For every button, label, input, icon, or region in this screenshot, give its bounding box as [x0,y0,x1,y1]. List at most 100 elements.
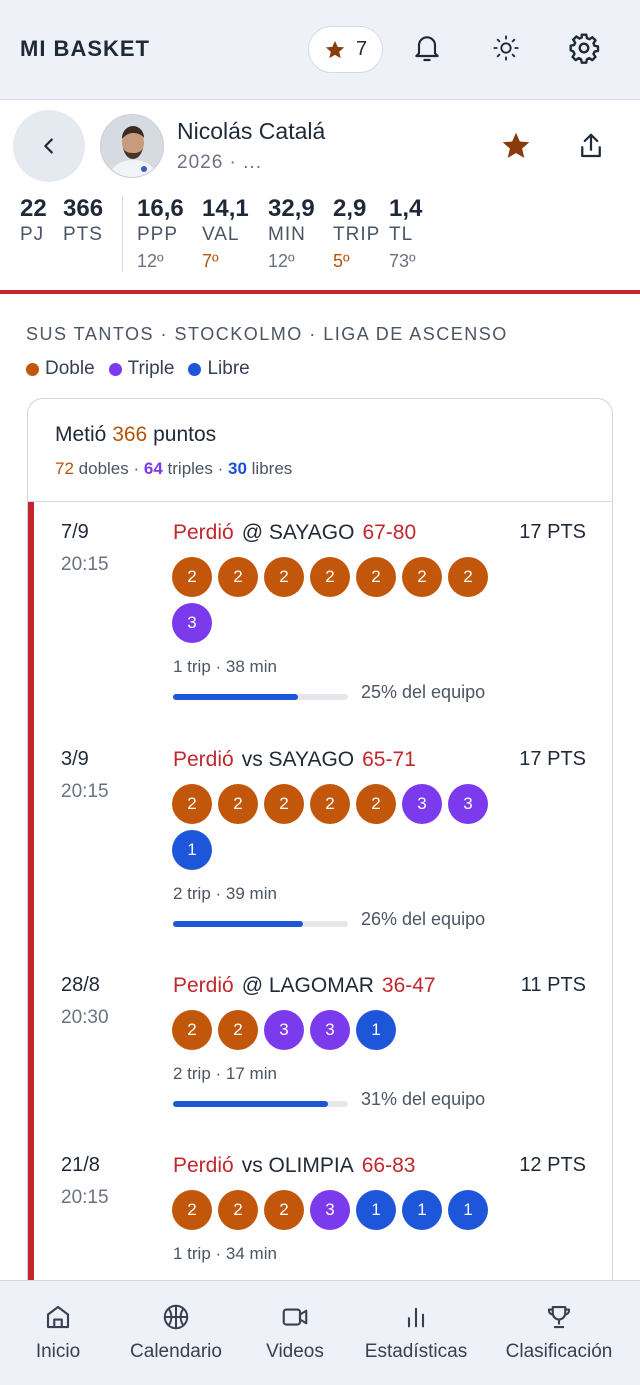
bell-icon [415,36,439,62]
legend-triple: Triple [108,358,174,380]
game-time: 20:15 [61,554,109,575]
shot-doble: 2 [310,557,350,597]
shot-doble: 2 [218,1190,258,1230]
team-share-label: 31% del equipo [361,1089,486,1109]
game-time: 20:15 [61,781,109,802]
game-date: 21/8 [61,1154,100,1176]
points-breakdown: 72 dobles · 64 triples · 30 libres [55,459,293,478]
stat-trip: 2,9 TRIP 5º [333,196,380,274]
stat-pj: 22 PJ [20,195,47,246]
stat-pts: 366 PTS [63,195,104,246]
top-app-bar: MI BASKET 7 [0,0,640,100]
team-share-label: 25% del equipo [361,682,486,702]
accent-divider [0,290,640,294]
game-points: 17 PTS [519,748,586,770]
shot-libre: 1 [356,1190,396,1230]
nav-videos[interactable]: Videos [259,1281,331,1385]
shot-list: 22222223 [172,557,502,643]
shot-triple: 3 [310,1010,350,1050]
favorites-button[interactable]: 7 [308,26,383,73]
shot-doble: 2 [172,1010,212,1050]
video-icon [282,1308,308,1326]
team-share-bar [173,694,348,700]
game-meta: 2 trip · 17 min [173,1064,277,1083]
nav-calendario[interactable]: Calendario [124,1281,228,1385]
shot-libre: 1 [448,1190,488,1230]
game-result: Perdió vs SAYAGO 65-71 [173,748,416,771]
shot-triple: 3 [172,603,212,643]
game-result: Perdió vs OLIMPIA 66-83 [173,1154,416,1177]
legend-doble: Doble [26,358,95,380]
legend-libre: Libre [188,358,250,380]
shot-libre: 1 [402,1190,442,1230]
shot-doble: 2 [172,784,212,824]
points-total: Metió 366 puntos [55,423,217,446]
nav-clasificacion[interactable]: Clasificación [502,1281,616,1385]
shot-libre: 1 [356,1010,396,1050]
game-meta: 1 trip · 34 min [173,1244,277,1263]
stat-ppp: 16,6 PPP 12º [137,196,184,274]
favorites-count: 7 [355,38,368,60]
stat-min: 32,9 MIN 12º [268,196,315,274]
shot-doble: 2 [264,557,304,597]
theme-toggle-button[interactable] [486,28,526,68]
shot-list: 22222331 [172,784,502,870]
game-date: 28/8 [61,974,100,996]
shot-doble: 2 [402,557,442,597]
nav-estadisticas[interactable]: Estadísticas [362,1281,470,1385]
game-points: 11 PTS [520,974,586,996]
notifications-button[interactable] [407,28,447,68]
stat-rank: 7º [202,251,219,271]
stat-rank: 12º [137,251,164,271]
game-points: 12 PTS [519,1154,586,1176]
game-result: Perdió @ LAGOMAR 36-47 [173,974,436,997]
shot-legend: Doble Triple Libre [26,358,250,380]
basketball-icon [163,1304,189,1330]
star-icon [502,132,530,158]
back-button[interactable] [13,110,85,182]
share-button[interactable] [571,126,611,166]
nav-inicio[interactable]: Inicio [22,1281,94,1385]
shot-doble: 2 [356,784,396,824]
shot-triple: 3 [310,1190,350,1230]
chevron-left-icon [44,138,53,154]
game-meta: 1 trip · 38 min [173,657,277,676]
shot-triple: 3 [402,784,442,824]
section-title: SUS TANTOS · STOCKOLMO · LIGA DE ASCENSO [26,324,508,344]
stat-val: 14,1 VAL 7º [202,196,249,274]
stat-tl: 1,4 TL 73º [389,196,422,274]
shot-doble: 2 [172,1190,212,1230]
home-icon [46,1305,70,1329]
shot-doble: 2 [264,784,304,824]
shot-list: 22331 [172,1010,502,1050]
game-result: Perdió @ SAYAGO 67-80 [173,521,417,544]
game-date: 3/9 [61,748,89,770]
stat-divider [122,196,123,272]
card-accent-bar [28,502,34,1297]
share-icon [581,133,601,158]
avatar [100,114,164,178]
settings-button[interactable] [564,28,604,68]
game-points: 17 PTS [519,521,586,543]
shot-doble: 2 [356,557,396,597]
player-subtitle: 2026 · ... [177,152,262,173]
player-name: Nicolás Catalá [177,118,326,144]
shot-doble: 2 [218,557,258,597]
shot-list: 2223111 [172,1190,502,1230]
stat-rank: 12º [268,251,295,271]
bar-chart-icon [407,1307,425,1328]
stat-rank: 5º [333,251,350,271]
favorite-player-button[interactable] [496,126,536,166]
points-card: Metió 366 puntos 72 dobles · 64 triples … [27,398,613,1298]
shot-doble: 2 [172,557,212,597]
shot-doble: 2 [448,557,488,597]
shot-doble: 2 [218,1010,258,1050]
points-summary: Metió 366 puntos 72 dobles · 64 triples … [28,399,612,502]
bottom-navigation: Inicio Calendario Videos Estadísticas Cl… [0,1280,640,1385]
game-meta: 2 trip · 39 min [173,884,277,903]
star-icon [325,40,345,58]
app-title: MI BASKET [20,36,150,61]
shot-doble: 2 [218,784,258,824]
shot-triple: 3 [448,784,488,824]
sun-icon [493,35,519,61]
